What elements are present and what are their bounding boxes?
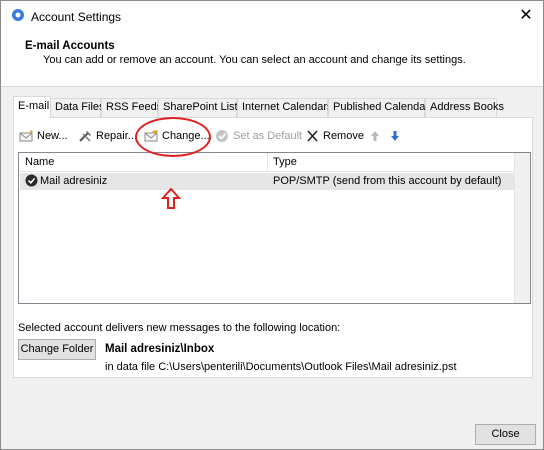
arrow-down-icon — [388, 129, 404, 143]
repair-button-label: Repair... — [96, 130, 137, 142]
arrow-up-icon — [368, 129, 384, 143]
annotation-ellipse — [135, 117, 211, 157]
data-file-path: in data file C:\Users\penterili\Document… — [105, 361, 457, 373]
tab-strip: E-mail Data Files RSS Feeds SharePoint L… — [13, 96, 533, 118]
set-as-default-label: Set as Default — [233, 130, 303, 142]
window-title: Account Settings — [31, 10, 122, 24]
set-as-default-button[interactable]: Set as Default — [215, 127, 302, 145]
tab-sharepoint-lists[interactable]: SharePoint Lists — [158, 98, 243, 117]
account-settings-window: Account Settings ✕ E-mail Accounts You c… — [0, 0, 544, 450]
account-name-cell: Mail adresiniz — [40, 175, 108, 187]
annotation-up-arrow-icon — [161, 188, 181, 209]
tab-rss-feeds[interactable]: RSS Feeds — [101, 98, 162, 117]
move-down-button[interactable] — [388, 127, 406, 145]
move-up-button[interactable] — [368, 127, 386, 145]
default-check-icon — [215, 129, 231, 143]
change-folder-button[interactable]: Change Folder — [18, 339, 96, 360]
close-button[interactable]: Close — [475, 424, 536, 445]
header-description: You can add or remove an account. You ca… — [43, 54, 466, 66]
new-button-label: New... — [37, 130, 68, 142]
column-divider — [267, 153, 268, 172]
remove-button-label: Remove — [323, 130, 364, 142]
new-button[interactable]: New... — [19, 127, 68, 145]
accounts-list[interactable]: Name Type Mail adresiniz POP/SMTP (send … — [18, 152, 531, 304]
remove-x-icon — [305, 129, 321, 143]
header-title: E-mail Accounts — [25, 40, 115, 52]
outlook-icon — [11, 8, 25, 22]
column-header-name[interactable]: Name — [25, 156, 54, 168]
tab-data-files[interactable]: Data Files — [50, 98, 105, 117]
mailbox-path: Mail adresiniz\Inbox — [105, 343, 215, 355]
tab-address-books[interactable]: Address Books — [425, 98, 504, 117]
tab-published-calendars[interactable]: Published Calendars — [328, 98, 435, 117]
repair-tools-icon — [78, 129, 94, 143]
remove-button[interactable]: Remove — [305, 127, 364, 145]
column-header-type[interactable]: Type — [273, 156, 297, 168]
delivery-location-label: Selected account delivers new messages t… — [18, 322, 341, 334]
new-account-icon — [19, 129, 35, 143]
vertical-scrollbar[interactable] — [514, 153, 530, 303]
tab-email[interactable]: E-mail — [13, 96, 51, 118]
tab-internet-calendars[interactable]: Internet Calendars — [237, 98, 333, 117]
repair-button[interactable]: Repair... — [78, 127, 137, 145]
account-type-cell: POP/SMTP (send from this account by defa… — [273, 175, 502, 187]
default-account-check-icon — [25, 174, 38, 190]
table-row[interactable]: Mail adresiniz POP/SMTP (send from this … — [20, 173, 515, 190]
header-section: E-mail Accounts You can add or remove an… — [1, 31, 543, 87]
list-header: Name Type — [19, 153, 515, 172]
title-bar: Account Settings ✕ — [1, 1, 543, 31]
close-icon[interactable]: ✕ — [515, 5, 537, 27]
